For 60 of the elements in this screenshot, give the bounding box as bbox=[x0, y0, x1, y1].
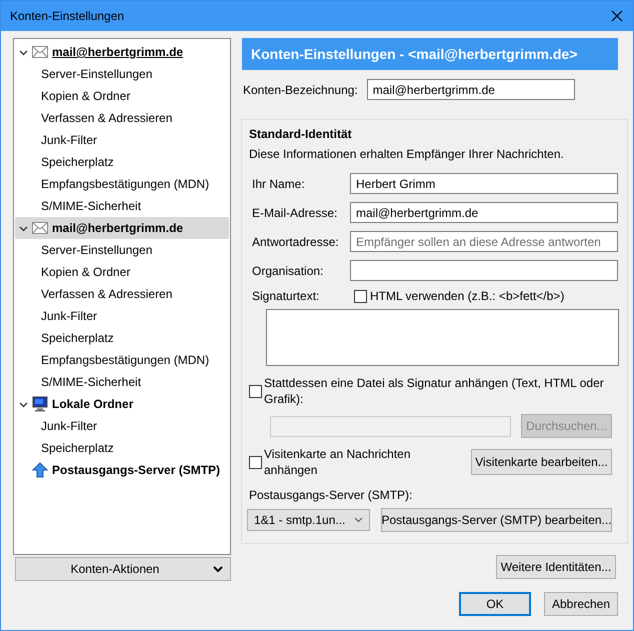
field-label: Ihr Name: bbox=[252, 176, 306, 190]
chevron-icon[interactable] bbox=[19, 48, 28, 56]
chevron-icon[interactable] bbox=[19, 400, 28, 408]
settings-item[interactable]: Junk-Filter bbox=[15, 129, 229, 151]
settings-item[interactable]: Speicherplatz bbox=[15, 151, 229, 173]
checkbox-label: Stattdessen eine Datei als Signatur anhängen (Text, HTML oder Grafik): bbox=[264, 375, 605, 407]
envelope-icon bbox=[32, 46, 48, 58]
settings-item[interactable]: Verfassen & Adressieren bbox=[15, 107, 229, 129]
settings-item[interactable]: Server-Einstellungen bbox=[15, 239, 229, 261]
dialog-button[interactable]: Abbrechen bbox=[544, 592, 618, 616]
account-actions-button[interactable]: Konten-Aktionen bbox=[15, 557, 231, 581]
field-label: Antwortadresse: bbox=[252, 234, 340, 248]
account-row[interactable]: mail@herbertgrimm.de bbox=[15, 217, 229, 239]
settings-item[interactable]: Kopien & Ordner bbox=[15, 261, 229, 283]
text-field[interactable] bbox=[350, 260, 618, 281]
chevron-icon bbox=[213, 566, 223, 572]
window-title: Konten-Einstellungen bbox=[10, 9, 124, 23]
smtp-dropdown[interactable]: 1&1 - smtp.1un... bbox=[247, 509, 370, 531]
checkbox[interactable] bbox=[354, 290, 367, 302]
text-field[interactable]: Empfänger sollen an diese Adresse antworten bbox=[350, 231, 618, 252]
settings-item[interactable]: Empfangsbestätigungen (MDN) bbox=[15, 349, 229, 371]
settings-item[interactable]: Server-Einstellungen bbox=[15, 63, 229, 85]
field-label: Konten-Bezeichnung: bbox=[243, 82, 358, 96]
settings-item[interactable]: S/MIME-Sicherheit bbox=[15, 371, 229, 393]
checkbox-label: Visitenkarte an Nachrichten anhängen bbox=[264, 446, 412, 478]
checkbox[interactable] bbox=[249, 456, 262, 468]
settings-item[interactable]: Speicherplatz bbox=[15, 327, 229, 349]
more-identities-button[interactable]: Weitere Identitäten... bbox=[496, 555, 616, 579]
settings-item[interactable]: Speicherplatz bbox=[15, 437, 229, 459]
monitor-icon bbox=[32, 396, 48, 412]
text-field[interactable]: mail@herbertgrimm.de bbox=[350, 202, 618, 223]
edit-vcard-button[interactable]: Visitenkarte bearbeiten... bbox=[471, 449, 612, 475]
settings-item[interactable]: Empfangsbestätigungen (MDN) bbox=[15, 173, 229, 195]
field-label: Organisation: bbox=[252, 264, 324, 278]
settings-item[interactable]: S/MIME-Sicherheit bbox=[15, 195, 229, 217]
chevron-icon[interactable] bbox=[19, 224, 28, 232]
envelope-icon bbox=[32, 222, 48, 234]
settings-item[interactable]: Junk-Filter bbox=[15, 305, 229, 327]
dialog-button[interactable]: OK bbox=[459, 592, 531, 616]
chevron-icon bbox=[354, 517, 363, 523]
account-row[interactable]: mail@herbertgrimm.de bbox=[15, 41, 229, 63]
group-description: Diese Informationen erhalten Empfänger Ihrer Nachrichten. bbox=[249, 147, 565, 161]
field-label: Signaturtext: bbox=[252, 289, 320, 303]
close-icon[interactable] bbox=[611, 10, 623, 22]
settings-item[interactable]: Junk-Filter bbox=[15, 415, 229, 437]
account-name-field[interactable]: mail@herbertgrimm.de bbox=[366, 79, 575, 100]
upload-arrow-icon bbox=[32, 462, 48, 478]
checkbox-label: HTML verwenden (z.B.: <b>fett</b>) bbox=[370, 289, 564, 303]
edit-smtp-button[interactable]: Postausgangs-Server (SMTP) bearbeiten... bbox=[381, 508, 612, 532]
field-label: E-Mail-Adresse: bbox=[252, 206, 338, 220]
account-row[interactable]: Lokale Ordner bbox=[15, 393, 229, 415]
signature-text-area[interactable] bbox=[266, 309, 619, 366]
text-field[interactable]: Herbert Grimm bbox=[350, 173, 618, 194]
field-label: Postausgangs-Server (SMTP): bbox=[249, 488, 414, 502]
group-title: Standard-Identität bbox=[249, 127, 353, 141]
settings-item[interactable]: Verfassen & Adressieren bbox=[15, 283, 229, 305]
checkbox[interactable] bbox=[249, 384, 262, 398]
page-header: Konten-Einstellungen - <mail@herbertgrimm.de> bbox=[242, 38, 618, 70]
account-row[interactable]: Postausgangs-Server (SMTP) bbox=[15, 459, 229, 481]
settings-item[interactable]: Kopien & Ordner bbox=[15, 85, 229, 107]
